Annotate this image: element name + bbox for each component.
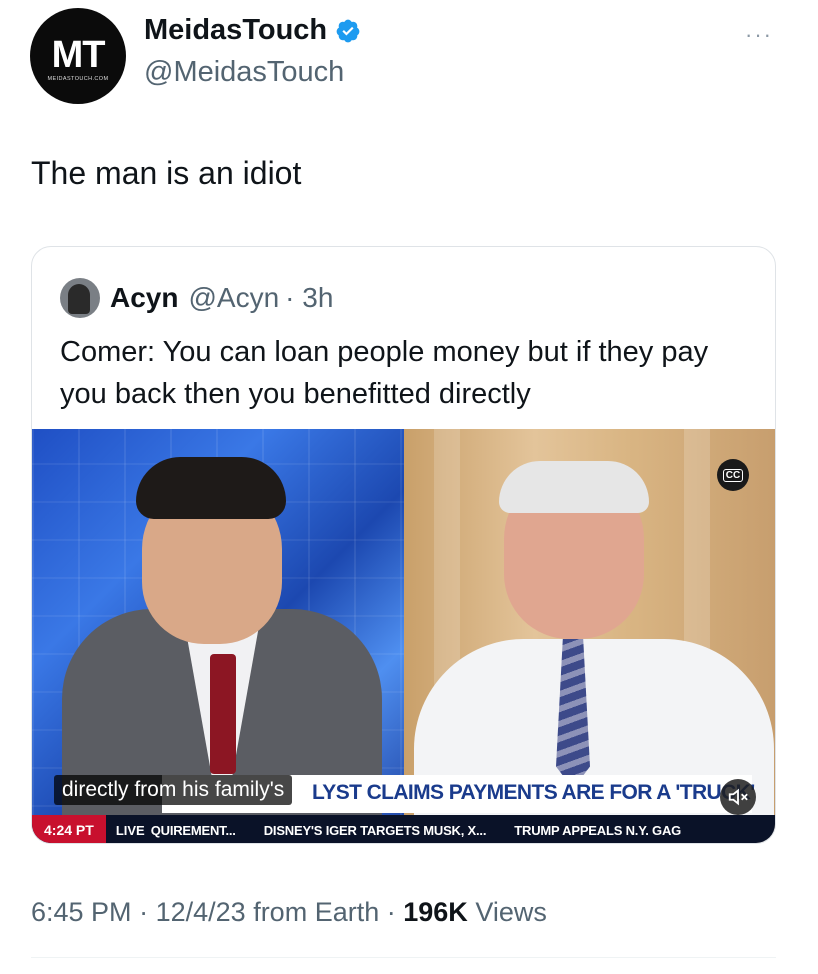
guest-shirt <box>414 639 774 843</box>
video-caption: directly from his family's <box>54 775 293 805</box>
divider <box>31 957 776 958</box>
quoted-handle[interactable]: @Acyn <box>188 282 279 314</box>
quoted-avatar[interactable] <box>60 278 100 318</box>
lower-third-headline: LYST CLAIMS PAYMENTS ARE FOR A 'TRUCK' <box>312 781 755 804</box>
news-ticker: 4:24 PT LIVE QUIREMENT... DISNEY'S IGER … <box>32 815 775 843</box>
quoted-text: Comer: You can loan people money but if … <box>60 336 709 410</box>
video-player[interactable]: CC LYST CLAIMS PAYMENTS ARE FOR A 'TRUCK… <box>32 429 775 843</box>
speaker-muted-icon <box>728 788 748 806</box>
quoted-tweet-card[interactable]: Acyn @Acyn · 3h Comer: You can loan peop… <box>31 246 776 844</box>
verified-badge-icon <box>336 19 360 42</box>
guest-hair <box>499 461 649 513</box>
views-count: 196K <box>403 897 468 927</box>
mute-button[interactable] <box>720 779 756 815</box>
more-options-icon[interactable]: ··· <box>745 22 773 48</box>
ticker-item: DISNEY'S IGER TARGETS MUSK, X... <box>263 822 487 838</box>
ticker-time: 4:24 PT <box>32 815 106 843</box>
author-handle[interactable]: @MeidasTouch <box>144 56 344 89</box>
tweet-meta: 6:45 PM · 12/4/23 from Earth · 196K View… <box>31 897 547 927</box>
tweet-time[interactable]: 6:45 PM <box>31 897 132 927</box>
avatar-logo-text: MT <box>51 34 106 76</box>
ticker-live: LIVE <box>115 822 145 838</box>
author-avatar[interactable]: MT MEIDASTOUCH.COM <box>30 8 126 104</box>
author-display-name[interactable]: MeidasTouch <box>144 14 327 47</box>
closed-captions-button[interactable]: CC <box>717 459 749 491</box>
quoted-header: Acyn @Acyn · 3h <box>60 278 333 318</box>
views-label: Views <box>475 897 547 927</box>
author-name-row: MeidasTouch <box>144 14 361 47</box>
anchor-tie <box>210 654 236 774</box>
anchor-hair <box>136 457 286 519</box>
tweet-text: The man is an idiot <box>31 155 302 191</box>
avatar-logo-site: MEIDASTOUCH.COM <box>47 76 109 82</box>
ticker-item: TRUMP APPEALS N.Y. GAG <box>514 822 682 838</box>
quoted-display-name[interactable]: Acyn <box>110 282 178 314</box>
tweet-source: from Earth <box>253 897 380 927</box>
tweet-date[interactable]: 12/4/23 <box>156 897 246 927</box>
quoted-timestamp[interactable]: · 3h <box>285 282 333 314</box>
closed-captions-label: CC <box>722 468 744 482</box>
ticker-item: QUIREMENT... <box>150 822 236 838</box>
